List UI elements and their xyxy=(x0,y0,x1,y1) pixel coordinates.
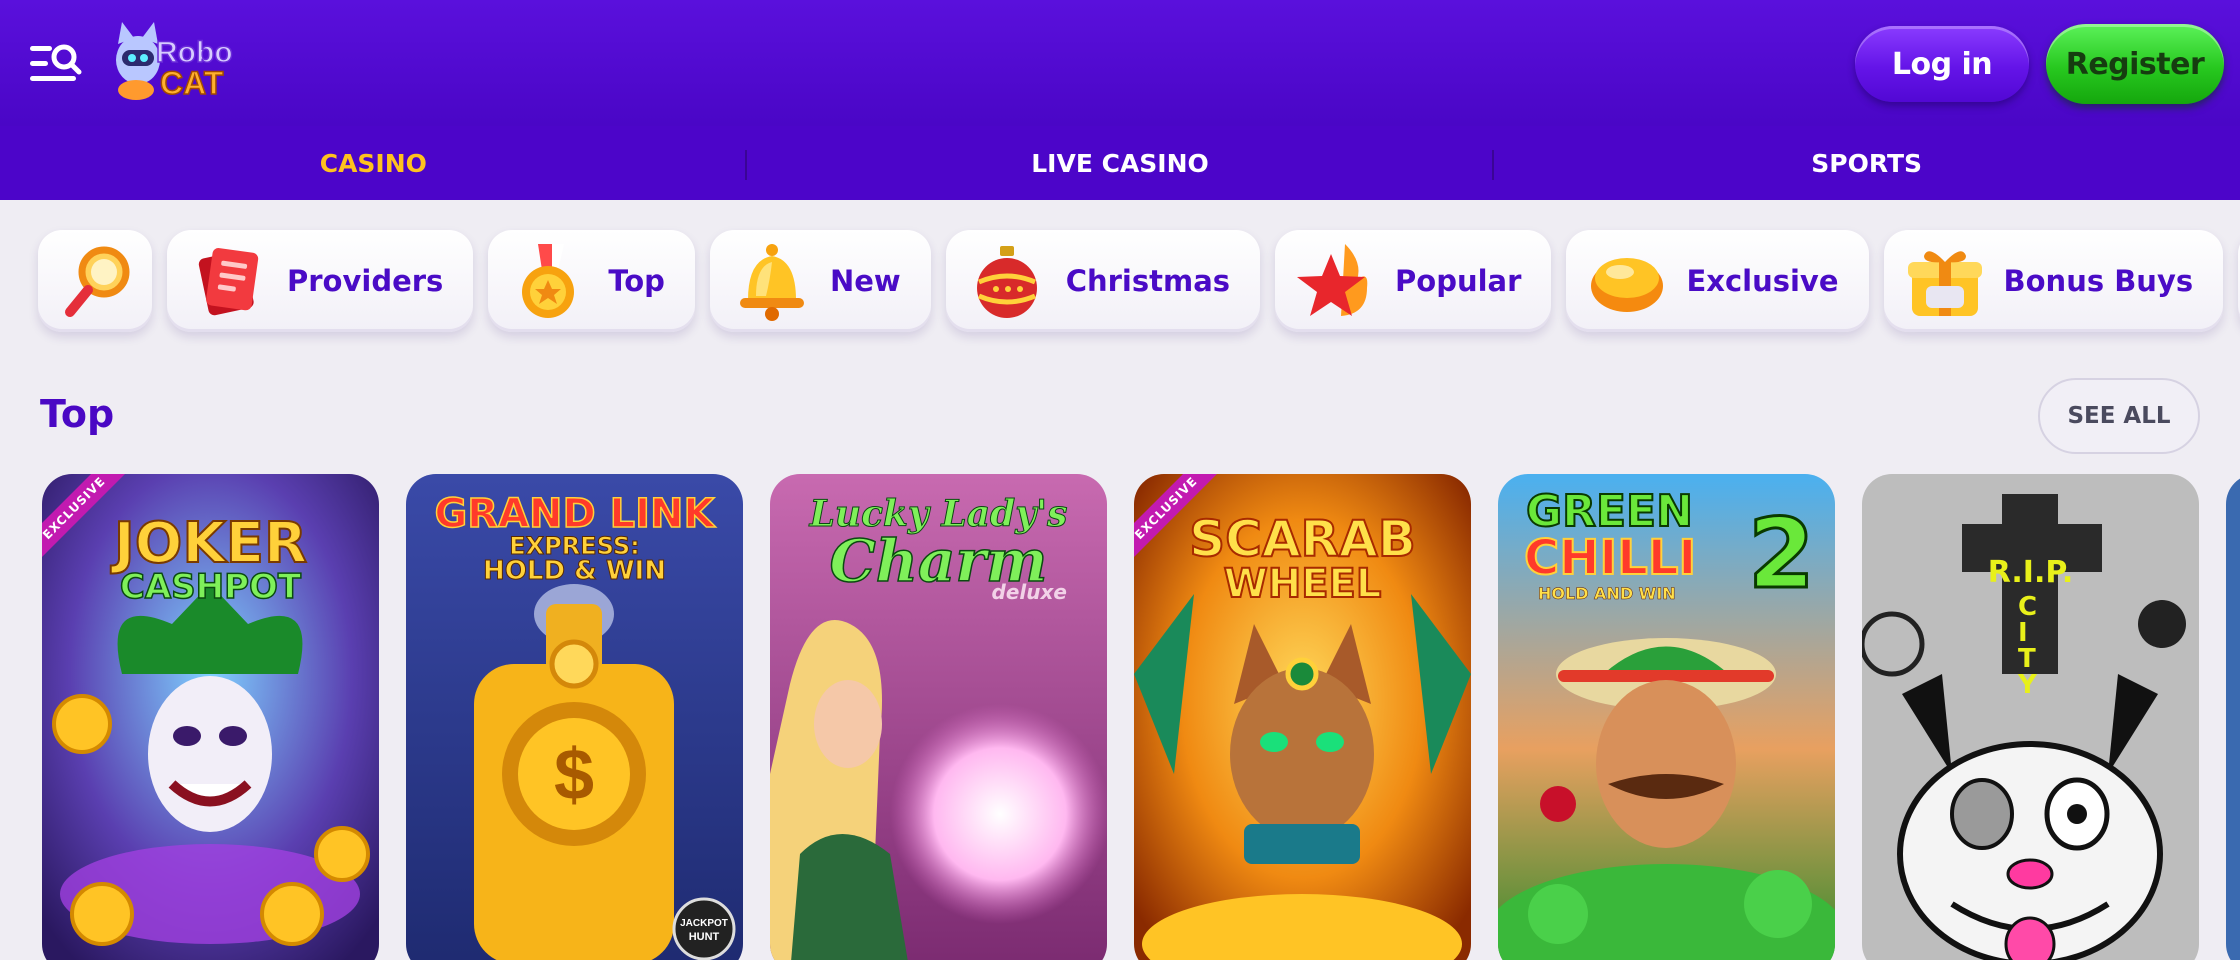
game-card[interactable]: $ JACKPOT HUNT GRAND LINK EXPRESS: HOLD … xyxy=(406,474,743,960)
game-title: R.I.P. xyxy=(1987,555,2074,590)
game-title: SCARAB xyxy=(1188,510,1417,568)
category-exclusive[interactable]: Exclusive xyxy=(1566,230,1869,332)
game-card-partial[interactable] xyxy=(2226,474,2240,960)
game-card[interactable]: JOKER CASHPOT EXCLUSIVE xyxy=(42,474,379,960)
nav-divider xyxy=(745,150,747,180)
game-subtitle: HOLD & WIN xyxy=(483,556,667,586)
game-subtitle: CITY xyxy=(2018,592,2038,700)
bell-icon xyxy=(739,244,804,321)
star-flame-icon xyxy=(1297,244,1368,316)
svg-text:$: $ xyxy=(554,735,594,815)
game-title: GRAND LINK xyxy=(434,491,716,537)
game-title: JOKER xyxy=(113,511,308,576)
category-label: Christmas xyxy=(1065,264,1231,298)
game-title-number: 2 xyxy=(1747,497,1817,612)
medal-icon xyxy=(522,244,575,318)
top-header: Robo CAT Log in Register xyxy=(0,0,2240,126)
category-label: New xyxy=(829,264,901,298)
category-bonus-buys[interactable]: Bonus Buys xyxy=(1883,230,2224,332)
game-subtitle: CASHPOT xyxy=(119,567,302,607)
ornament-icon xyxy=(976,246,1037,318)
game-subtitle: EXPRESS: xyxy=(509,532,640,560)
gift-icon xyxy=(1907,251,1982,316)
login-button[interactable]: Log in xyxy=(1855,26,2029,102)
category-bar: Providers Top New Christmas Popular Excl… xyxy=(38,230,2240,332)
section-title: Top xyxy=(40,392,115,436)
robocat-logo[interactable]: Robo CAT xyxy=(108,20,248,106)
category-label: Top xyxy=(608,264,665,298)
tab-casino[interactable]: CASINO xyxy=(0,126,747,200)
category-popular[interactable]: Popular xyxy=(1275,230,1552,332)
game-card[interactable]: Lucky Lady's Charm deluxe xyxy=(770,474,1107,960)
search-icon xyxy=(65,246,130,317)
game-card[interactable]: SCARAB WHEEL EXCLUSIVE xyxy=(1134,474,1471,960)
logo-text-cat: CAT xyxy=(160,65,224,101)
category-providers[interactable]: Providers xyxy=(167,230,474,332)
tab-sports[interactable]: SPORTS xyxy=(1493,126,2240,200)
category-top[interactable]: Top xyxy=(488,230,695,332)
menu-search-button[interactable] xyxy=(28,40,84,88)
category-label: Bonus Buys xyxy=(2003,264,2194,298)
category-label: Exclusive xyxy=(1686,264,1839,298)
providers-icon xyxy=(198,248,259,316)
tab-live-casino[interactable]: LIVE CASINO xyxy=(747,126,1494,200)
menu-search-icon xyxy=(30,44,82,81)
game-thumbnail xyxy=(1862,474,2199,960)
category-label: Providers xyxy=(287,264,444,298)
games-row: JOKER CASHPOT EXCLUSIVE $ JACKPOT HUNT G… xyxy=(42,474,2240,960)
nav-divider xyxy=(1492,150,1494,180)
see-all-button[interactable]: SEE ALL xyxy=(2038,378,2200,454)
register-button[interactable]: Register xyxy=(2046,24,2224,104)
category-search[interactable] xyxy=(38,230,152,332)
svg-text:JACKPOT: JACKPOT xyxy=(680,918,728,929)
game-card[interactable]: R.I.P. CITY xyxy=(1862,474,2199,960)
gem-icon xyxy=(1591,258,1664,312)
svg-text:HUNT: HUNT xyxy=(689,931,720,943)
game-card[interactable]: GREEN CHILLI HOLD AND WIN 2 xyxy=(1498,474,1835,960)
category-new[interactable]: New xyxy=(709,230,931,332)
product-nav: CASINO LIVE CASINO SPORTS xyxy=(0,126,2240,200)
category-label: Popular xyxy=(1395,264,1522,298)
category-christmas[interactable]: Christmas xyxy=(945,230,1261,332)
game-subtitle: WHEEL xyxy=(1223,561,1383,607)
